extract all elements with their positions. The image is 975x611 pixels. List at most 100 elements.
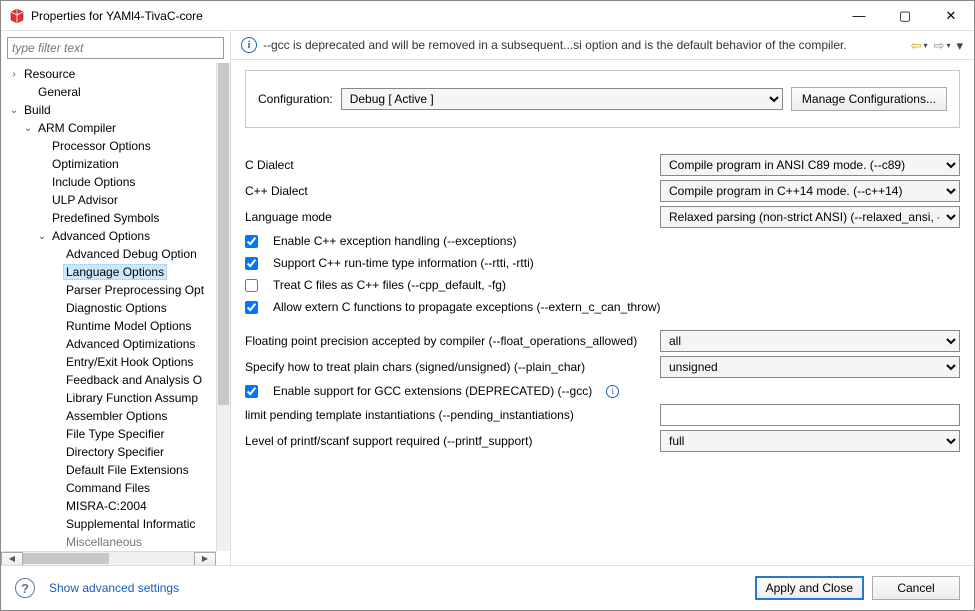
tree-item-supplemental[interactable]: Supplemental Informatic xyxy=(1,515,216,533)
footer: ? Show advanced settings Apply and Close… xyxy=(1,565,974,610)
plain-char-label: Specify how to treat plain chars (signed… xyxy=(245,360,650,374)
warning-message: --gcc is deprecated and will be removed … xyxy=(263,38,904,52)
tree-vertical-scrollbar[interactable] xyxy=(216,63,230,551)
extern-c-throw-checkbox[interactable] xyxy=(245,301,258,314)
tree-item-language-options[interactable]: Language Options xyxy=(1,263,216,281)
cpp-default-label: Treat C files as C++ files (--cpp_defaul… xyxy=(273,278,506,292)
row-plain-char: Specify how to treat plain chars (signed… xyxy=(245,354,960,380)
tree-item-diagnostic-options[interactable]: Diagnostic Options xyxy=(1,299,216,317)
c-dialect-label: C Dialect xyxy=(245,158,650,172)
row-rtti: Support C++ run-time type information (-… xyxy=(245,252,960,274)
main-body: Resource General Build ARM Compiler Proc… xyxy=(1,31,974,565)
gcc-ext-checkbox[interactable] xyxy=(245,385,258,398)
row-gcc-ext: Enable support for GCC extensions (DEPRE… xyxy=(245,380,960,402)
tree-item-general[interactable]: General xyxy=(1,83,216,101)
c-dialect-select[interactable]: Compile program in ANSI C89 mode. (--c89… xyxy=(660,154,960,176)
window-controls: — ▢ ✕ xyxy=(836,1,974,31)
configuration-select[interactable]: Debug [ Active ] xyxy=(341,88,783,110)
rtti-checkbox[interactable] xyxy=(245,257,258,270)
cpp-default-checkbox[interactable] xyxy=(245,279,258,292)
scroll-right-icon[interactable]: ▶ xyxy=(194,552,216,566)
row-c-dialect: C Dialect Compile program in ANSI C89 mo… xyxy=(245,152,960,178)
pending-instantiations-input[interactable] xyxy=(660,404,960,426)
row-language-mode: Language mode Relaxed parsing (non-stric… xyxy=(245,204,960,230)
printf-support-label: Level of printf/scanf support required (… xyxy=(245,434,650,448)
printf-support-select[interactable]: full xyxy=(660,430,960,452)
tree-item-entry-exit-hook[interactable]: Entry/Exit Hook Options xyxy=(1,353,216,371)
nav-tree: Resource General Build ARM Compiler Proc… xyxy=(1,63,216,551)
tree-item-ulp-advisor[interactable]: ULP Advisor xyxy=(1,191,216,209)
tree-item-advanced-options[interactable]: Advanced Options xyxy=(1,227,216,245)
language-mode-select[interactable]: Relaxed parsing (non-strict ANSI) (--rel… xyxy=(660,206,960,228)
close-button[interactable]: ✕ xyxy=(928,1,974,31)
extern-c-throw-label: Allow extern C functions to propagate ex… xyxy=(273,300,661,314)
exceptions-checkbox[interactable] xyxy=(245,235,258,248)
gcc-ext-label: Enable support for GCC extensions (DEPRE… xyxy=(273,384,592,398)
row-pending-instantiations: limit pending template instantiations (-… xyxy=(245,402,960,428)
plain-char-select[interactable]: unsigned xyxy=(660,356,960,378)
form-content: Configuration: Debug [ Active ] Manage C… xyxy=(231,60,974,565)
tree-item-misra[interactable]: MISRA-C:2004 xyxy=(1,497,216,515)
nav-forward-dropdown-icon[interactable]: ▾ xyxy=(946,41,950,50)
tree-item-advanced-debug[interactable]: Advanced Debug Option xyxy=(1,245,216,263)
nav-back-dropdown-icon[interactable]: ▾ xyxy=(924,41,928,50)
exceptions-label: Enable C++ exception handling (--excepti… xyxy=(273,234,516,248)
configuration-label: Configuration: xyxy=(258,92,333,106)
minimize-button[interactable]: — xyxy=(836,1,882,31)
nav-forward-icon[interactable]: ⇨ xyxy=(933,39,946,52)
app-icon xyxy=(9,8,25,24)
tree-item-optimization[interactable]: Optimization xyxy=(1,155,216,173)
row-extern-c-throw: Allow extern C functions to propagate ex… xyxy=(245,296,960,318)
info-icon: i xyxy=(241,37,257,53)
right-pane: i --gcc is deprecated and will be remove… xyxy=(231,31,974,565)
float-operations-label: Floating point precision accepted by com… xyxy=(245,334,650,348)
show-advanced-link[interactable]: Show advanced settings xyxy=(49,581,179,595)
warning-bar: i --gcc is deprecated and will be remove… xyxy=(231,31,974,60)
cpp-dialect-label: C++ Dialect xyxy=(245,184,650,198)
help-icon[interactable]: ? xyxy=(15,578,35,598)
configuration-box: Configuration: Debug [ Active ] Manage C… xyxy=(245,70,960,128)
tree-item-feedback-analysis[interactable]: Feedback and Analysis O xyxy=(1,371,216,389)
row-float-operations: Floating point precision accepted by com… xyxy=(245,328,960,354)
maximize-button[interactable]: ▢ xyxy=(882,1,928,31)
row-exceptions: Enable C++ exception handling (--excepti… xyxy=(245,230,960,252)
tree-item-parser-preprocessing[interactable]: Parser Preprocessing Opt xyxy=(1,281,216,299)
tree-item-resource[interactable]: Resource xyxy=(1,65,216,83)
tree-item-runtime-model[interactable]: Runtime Model Options xyxy=(1,317,216,335)
language-mode-label: Language mode xyxy=(245,210,650,224)
tree-item-library-function[interactable]: Library Function Assump xyxy=(1,389,216,407)
nav-back-icon[interactable]: ⇦ xyxy=(910,39,923,52)
tree-item-arm-compiler[interactable]: ARM Compiler xyxy=(1,119,216,137)
manage-configurations-button[interactable]: Manage Configurations... xyxy=(791,87,947,111)
tree-item-predefined-symbols[interactable]: Predefined Symbols xyxy=(1,209,216,227)
tree-wrap: Resource General Build ARM Compiler Proc… xyxy=(1,63,230,565)
tree-item-include-options[interactable]: Include Options xyxy=(1,173,216,191)
tree-item-processor-options[interactable]: Processor Options xyxy=(1,137,216,155)
tree-item-assembler-options[interactable]: Assembler Options xyxy=(1,407,216,425)
tree-item-default-file-extensions[interactable]: Default File Extensions xyxy=(1,461,216,479)
nav-menu-icon[interactable]: ▾ xyxy=(955,39,964,52)
tree-item-file-type-specifier[interactable]: File Type Specifier xyxy=(1,425,216,443)
scroll-left-icon[interactable]: ◀ xyxy=(1,552,23,566)
filter-input[interactable] xyxy=(7,37,224,59)
float-operations-select[interactable]: all xyxy=(660,330,960,352)
tree-item-command-files[interactable]: Command Files xyxy=(1,479,216,497)
gcc-info-icon[interactable]: i xyxy=(606,385,619,398)
rtti-label: Support C++ run-time type information (-… xyxy=(273,256,534,270)
row-cpp-default: Treat C files as C++ files (--cpp_defaul… xyxy=(245,274,960,296)
apply-close-button[interactable]: Apply and Close xyxy=(755,576,864,600)
history-nav: ⇦▾ ⇨▾ ▾ xyxy=(910,39,964,52)
tree-horizontal-scrollbar[interactable]: ◀ ▶ xyxy=(1,551,216,565)
left-pane: Resource General Build ARM Compiler Proc… xyxy=(1,31,231,565)
window-title: Properties for YAMl4-TivaC-core xyxy=(31,9,836,23)
tree-item-advanced-optimizations[interactable]: Advanced Optimizations xyxy=(1,335,216,353)
row-cpp-dialect: C++ Dialect Compile program in C++14 mod… xyxy=(245,178,960,204)
tree-item-directory-specifier[interactable]: Directory Specifier xyxy=(1,443,216,461)
filter-box xyxy=(7,37,224,59)
cancel-button[interactable]: Cancel xyxy=(872,576,960,600)
cpp-dialect-select[interactable]: Compile program in C++14 mode. (--c++14) xyxy=(660,180,960,202)
tree-item-miscellaneous[interactable]: Miscellaneous xyxy=(1,533,216,551)
pending-instantiations-label: limit pending template instantiations (-… xyxy=(245,408,650,422)
tree-item-build[interactable]: Build xyxy=(1,101,216,119)
row-printf-support: Level of printf/scanf support required (… xyxy=(245,428,960,454)
